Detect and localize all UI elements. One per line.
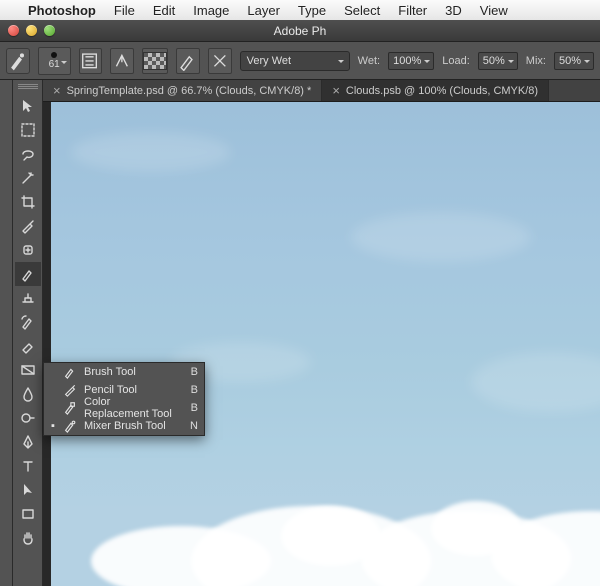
flyout-label: Brush Tool — [84, 366, 178, 378]
hand-tool[interactable] — [15, 526, 41, 550]
checker-swatch-icon — [143, 52, 167, 70]
window-titlebar: Adobe Ph — [0, 20, 600, 42]
brush-size-value: 61 — [49, 59, 60, 70]
wet-label: Wet: — [358, 55, 380, 67]
rectangle-tool[interactable] — [15, 502, 41, 526]
menu-type[interactable]: Type — [298, 3, 326, 18]
document-area: × SpringTemplate.psd @ 66.7% (Clouds, CM… — [43, 80, 600, 586]
brush-preset-picker[interactable]: 61 — [38, 47, 71, 75]
clean-brush-button[interactable] — [176, 48, 200, 74]
wet-preset-select[interactable]: Very Wet — [240, 51, 350, 71]
load-brush-icon — [111, 50, 133, 72]
history-brush-tool[interactable] — [15, 310, 41, 334]
wet-input[interactable]: 100% — [388, 52, 434, 70]
toolbox — [13, 80, 43, 586]
menu-3d[interactable]: 3D — [445, 3, 462, 18]
document-tabs: × SpringTemplate.psd @ 66.7% (Clouds, CM… — [43, 80, 600, 102]
brush-dot-icon — [51, 52, 57, 58]
crop-tool[interactable] — [15, 190, 41, 214]
path-selection-tool[interactable] — [15, 478, 41, 502]
brush-icon — [62, 364, 78, 380]
menu-layer[interactable]: Layer — [247, 3, 280, 18]
load-label: Load: — [442, 55, 470, 67]
menu-image[interactable]: Image — [193, 3, 229, 18]
mac-menu-bar: Photoshop File Edit Image Layer Type Sel… — [0, 0, 600, 20]
pen-tool[interactable] — [15, 430, 41, 454]
close-icon[interactable]: × — [332, 83, 340, 98]
tab-label: Clouds.psb @ 100% (Clouds, CMYK/8) — [346, 85, 538, 97]
mix-input[interactable]: 50% — [554, 52, 594, 70]
preset-value: Very Wet — [247, 55, 291, 67]
left-strip — [0, 80, 13, 586]
mix-label: Mix: — [526, 55, 546, 67]
close-window-button[interactable] — [8, 25, 19, 36]
panel-grip[interactable] — [18, 84, 38, 90]
brush-tool-group[interactable] — [15, 262, 41, 286]
tab-clouds[interactable]: × Clouds.psb @ 100% (Clouds, CMYK/8) — [322, 80, 549, 101]
menu-select[interactable]: Select — [344, 3, 380, 18]
canvas[interactable] — [51, 102, 600, 586]
brush-panel-toggle[interactable] — [79, 48, 103, 74]
mixer-brush-icon — [7, 50, 29, 72]
minimize-window-button[interactable] — [26, 25, 37, 36]
sky-image — [51, 102, 600, 586]
marquee-tool[interactable] — [15, 118, 41, 142]
close-icon[interactable]: × — [53, 83, 61, 98]
magic-wand-tool[interactable] — [15, 166, 41, 190]
eyedropper-tool[interactable] — [15, 214, 41, 238]
brush-panel-icon — [80, 50, 102, 72]
zoom-window-button[interactable] — [44, 25, 55, 36]
options-bar: 61 Very Wet Wet: 100% Load: 50% Mix: 50% — [0, 42, 600, 80]
load-after-stroke-button[interactable] — [208, 48, 232, 74]
flyout-shortcut: B — [184, 366, 198, 378]
brush-tool-flyout: Brush Tool B Pencil Tool B Color Replace… — [43, 362, 205, 436]
tab-springtemplate[interactable]: × SpringTemplate.psd @ 66.7% (Clouds, CM… — [43, 80, 322, 101]
pencil-icon — [62, 382, 78, 398]
flyout-item-mixer-brush[interactable]: ▪ Mixer Brush Tool N — [44, 417, 204, 435]
flyout-item-color-replacement[interactable]: Color Replacement Tool B — [44, 399, 204, 417]
move-tool[interactable] — [15, 94, 41, 118]
current-color-swatch[interactable] — [142, 48, 168, 74]
dodge-tool[interactable] — [15, 406, 41, 430]
menu-file[interactable]: File — [114, 3, 135, 18]
mixer-brush-icon — [62, 418, 78, 434]
load-input[interactable]: 50% — [478, 52, 518, 70]
flyout-item-brush[interactable]: Brush Tool B — [44, 363, 204, 381]
eraser-tool[interactable] — [15, 334, 41, 358]
cross-brush-icon — [209, 50, 231, 72]
load-brush-button[interactable] — [110, 48, 134, 74]
menu-filter[interactable]: Filter — [398, 3, 427, 18]
tool-preset-picker[interactable] — [6, 48, 30, 74]
clean-brush-icon — [177, 50, 199, 72]
lasso-tool[interactable] — [15, 142, 41, 166]
menu-edit[interactable]: Edit — [153, 3, 175, 18]
tab-label: SpringTemplate.psd @ 66.7% (Clouds, CMYK… — [67, 85, 312, 97]
workspace: × SpringTemplate.psd @ 66.7% (Clouds, CM… — [0, 80, 600, 586]
blur-tool[interactable] — [15, 382, 41, 406]
type-tool[interactable] — [15, 454, 41, 478]
app-menu[interactable]: Photoshop — [28, 3, 96, 18]
gradient-tool[interactable] — [15, 358, 41, 382]
color-replacement-icon — [62, 400, 78, 416]
menu-view[interactable]: View — [480, 3, 508, 18]
traffic-lights — [8, 25, 55, 36]
healing-brush-tool[interactable] — [15, 238, 41, 262]
clone-stamp-tool[interactable] — [15, 286, 41, 310]
selected-mark: ▪ — [50, 420, 56, 432]
window-title: Adobe Ph — [274, 24, 327, 38]
